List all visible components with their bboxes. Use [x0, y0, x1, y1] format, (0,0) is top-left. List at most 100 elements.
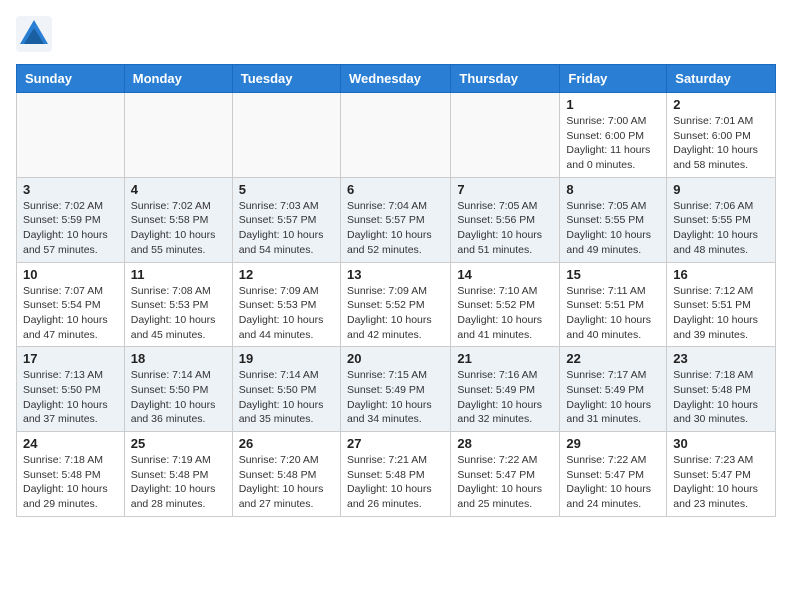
day-info: Sunrise: 7:23 AM Sunset: 5:47 PM Dayligh… [673, 453, 769, 512]
calendar-cell [451, 93, 560, 178]
calendar-cell: 27 Sunrise: 7:21 AM Sunset: 5:48 PM Dayli… [340, 432, 450, 517]
day-number: 28 [457, 436, 553, 451]
weekday-header-thursday: Thursday [451, 65, 560, 93]
day-number: 30 [673, 436, 769, 451]
calendar-cell: 2 Sunrise: 7:01 AM Sunset: 6:00 PM Daylig… [667, 93, 776, 178]
day-number: 22 [566, 351, 660, 366]
day-info: Sunrise: 7:10 AM Sunset: 5:52 PM Dayligh… [457, 284, 553, 343]
day-info: Sunrise: 7:20 AM Sunset: 5:48 PM Dayligh… [239, 453, 334, 512]
day-number: 23 [673, 351, 769, 366]
calendar-cell: 10Sunrise: 7:07 AM Sunset: 5:54 PM Dayli… [17, 262, 125, 347]
calendar-week-5: 24 Sunrise: 7:18 AM Sunset: 5:48 PM Dayli… [17, 432, 776, 517]
day-number: 8 [566, 182, 660, 197]
calendar-week-1: 1 Sunrise: 7:00 AM Sunset: 6:00 PM Daylig… [17, 93, 776, 178]
calendar-week-2: 3 Sunrise: 7:02 AM Sunset: 5:59 PM Daylig… [17, 177, 776, 262]
calendar-cell: 4 Sunrise: 7:02 AM Sunset: 5:58 PM Daylig… [124, 177, 232, 262]
calendar-cell: 1 Sunrise: 7:00 AM Sunset: 6:00 PM Daylig… [560, 93, 667, 178]
calendar-cell: 12 Sunrise: 7:09 AM Sunset: 5:53 PM Dayli… [232, 262, 340, 347]
weekday-header-friday: Friday [560, 65, 667, 93]
day-info: Sunrise: 7:00 AM Sunset: 6:00 PM Dayligh… [566, 114, 660, 173]
day-info: Sunrise: 7:11 AM Sunset: 5:51 PM Dayligh… [566, 284, 660, 343]
day-number: 24 [23, 436, 118, 451]
day-info: Sunrise: 7:15 AM Sunset: 5:49 PM Dayligh… [347, 368, 444, 427]
calendar-cell: 20 Sunrise: 7:15 AM Sunset: 5:49 PM Dayli… [340, 347, 450, 432]
day-number: 6 [347, 182, 444, 197]
calendar-cell: 21 Sunrise: 7:16 AM Sunset: 5:49 PM Dayli… [451, 347, 560, 432]
day-number: 3 [23, 182, 118, 197]
day-info: Sunrise: 7:18 AM Sunset: 5:48 PM Dayligh… [23, 453, 118, 512]
calendar-cell [232, 93, 340, 178]
calendar-cell: 29 Sunrise: 7:22 AM Sunset: 5:47 PM Dayli… [560, 432, 667, 517]
day-info: Sunrise: 7:05 AM Sunset: 5:55 PM Dayligh… [566, 199, 660, 258]
calendar-week-4: 17 Sunrise: 7:13 AM Sunset: 5:50 PM Dayli… [17, 347, 776, 432]
calendar-cell: 26 Sunrise: 7:20 AM Sunset: 5:48 PM Dayli… [232, 432, 340, 517]
day-info: Sunrise: 7:04 AM Sunset: 5:57 PM Dayligh… [347, 199, 444, 258]
day-number: 17 [23, 351, 118, 366]
day-info: Sunrise: 7:08 AM Sunset: 5:53 PM Dayligh… [131, 284, 226, 343]
day-number: 27 [347, 436, 444, 451]
day-info: Sunrise: 7:22 AM Sunset: 5:47 PM Dayligh… [566, 453, 660, 512]
day-info: Sunrise: 7:22 AM Sunset: 5:47 PM Dayligh… [457, 453, 553, 512]
calendar-cell: 15Sunrise: 7:11 AM Sunset: 5:51 PM Dayli… [560, 262, 667, 347]
day-info: Sunrise: 7:03 AM Sunset: 5:57 PM Dayligh… [239, 199, 334, 258]
day-number: 4 [131, 182, 226, 197]
calendar-cell: 6 Sunrise: 7:04 AM Sunset: 5:57 PM Daylig… [340, 177, 450, 262]
day-info: Sunrise: 7:18 AM Sunset: 5:48 PM Dayligh… [673, 368, 769, 427]
day-number: 9 [673, 182, 769, 197]
day-info: Sunrise: 7:05 AM Sunset: 5:56 PM Dayligh… [457, 199, 553, 258]
calendar-cell [340, 93, 450, 178]
day-number: 20 [347, 351, 444, 366]
day-info: Sunrise: 7:01 AM Sunset: 6:00 PM Dayligh… [673, 114, 769, 173]
calendar-cell: 3 Sunrise: 7:02 AM Sunset: 5:59 PM Daylig… [17, 177, 125, 262]
calendar-cell: 23 Sunrise: 7:18 AM Sunset: 5:48 PM Dayli… [667, 347, 776, 432]
calendar-cell: 17 Sunrise: 7:13 AM Sunset: 5:50 PM Dayli… [17, 347, 125, 432]
day-info: Sunrise: 7:17 AM Sunset: 5:49 PM Dayligh… [566, 368, 660, 427]
day-number: 29 [566, 436, 660, 451]
calendar-cell: 11 Sunrise: 7:08 AM Sunset: 5:53 PM Dayli… [124, 262, 232, 347]
day-number: 26 [239, 436, 334, 451]
day-number: 11 [131, 267, 226, 282]
day-info: Sunrise: 7:12 AM Sunset: 5:51 PM Dayligh… [673, 284, 769, 343]
day-info: Sunrise: 7:19 AM Sunset: 5:48 PM Dayligh… [131, 453, 226, 512]
calendar-week-3: 10Sunrise: 7:07 AM Sunset: 5:54 PM Dayli… [17, 262, 776, 347]
weekday-header-tuesday: Tuesday [232, 65, 340, 93]
day-info: Sunrise: 7:16 AM Sunset: 5:49 PM Dayligh… [457, 368, 553, 427]
calendar-cell: 18 Sunrise: 7:14 AM Sunset: 5:50 PM Dayli… [124, 347, 232, 432]
calendar-cell: 9 Sunrise: 7:06 AM Sunset: 5:55 PM Daylig… [667, 177, 776, 262]
calendar-cell: 8 Sunrise: 7:05 AM Sunset: 5:55 PM Daylig… [560, 177, 667, 262]
calendar-cell: 30 Sunrise: 7:23 AM Sunset: 5:47 PM Dayli… [667, 432, 776, 517]
day-info: Sunrise: 7:13 AM Sunset: 5:50 PM Dayligh… [23, 368, 118, 427]
day-info: Sunrise: 7:02 AM Sunset: 5:59 PM Dayligh… [23, 199, 118, 258]
day-info: Sunrise: 7:06 AM Sunset: 5:55 PM Dayligh… [673, 199, 769, 258]
day-number: 18 [131, 351, 226, 366]
calendar-cell [124, 93, 232, 178]
day-number: 13 [347, 267, 444, 282]
day-info: Sunrise: 7:02 AM Sunset: 5:58 PM Dayligh… [131, 199, 226, 258]
day-number: 2 [673, 97, 769, 112]
calendar-cell: 7Sunrise: 7:05 AM Sunset: 5:56 PM Daylig… [451, 177, 560, 262]
day-number: 25 [131, 436, 226, 451]
calendar-cell: 24 Sunrise: 7:18 AM Sunset: 5:48 PM Dayli… [17, 432, 125, 517]
day-number: 10 [23, 267, 118, 282]
day-info: Sunrise: 7:14 AM Sunset: 5:50 PM Dayligh… [239, 368, 334, 427]
day-info: Sunrise: 7:21 AM Sunset: 5:48 PM Dayligh… [347, 453, 444, 512]
calendar-cell: 28 Sunrise: 7:22 AM Sunset: 5:47 PM Dayli… [451, 432, 560, 517]
day-info: Sunrise: 7:09 AM Sunset: 5:53 PM Dayligh… [239, 284, 334, 343]
weekday-header-row: SundayMondayTuesdayWednesdayThursdayFrid… [17, 65, 776, 93]
day-number: 12 [239, 267, 334, 282]
calendar-cell: 22 Sunrise: 7:17 AM Sunset: 5:49 PM Dayli… [560, 347, 667, 432]
calendar-cell [17, 93, 125, 178]
day-number: 19 [239, 351, 334, 366]
calendar-cell: 13Sunrise: 7:09 AM Sunset: 5:52 PM Dayli… [340, 262, 450, 347]
calendar-cell: 14Sunrise: 7:10 AM Sunset: 5:52 PM Dayli… [451, 262, 560, 347]
calendar: SundayMondayTuesdayWednesdayThursdayFrid… [16, 64, 776, 517]
calendar-cell: 5Sunrise: 7:03 AM Sunset: 5:57 PM Daylig… [232, 177, 340, 262]
day-number: 1 [566, 97, 660, 112]
day-number: 21 [457, 351, 553, 366]
weekday-header-monday: Monday [124, 65, 232, 93]
day-number: 16 [673, 267, 769, 282]
calendar-cell: 16 Sunrise: 7:12 AM Sunset: 5:51 PM Dayli… [667, 262, 776, 347]
weekday-header-saturday: Saturday [667, 65, 776, 93]
weekday-header-sunday: Sunday [17, 65, 125, 93]
day-info: Sunrise: 7:14 AM Sunset: 5:50 PM Dayligh… [131, 368, 226, 427]
